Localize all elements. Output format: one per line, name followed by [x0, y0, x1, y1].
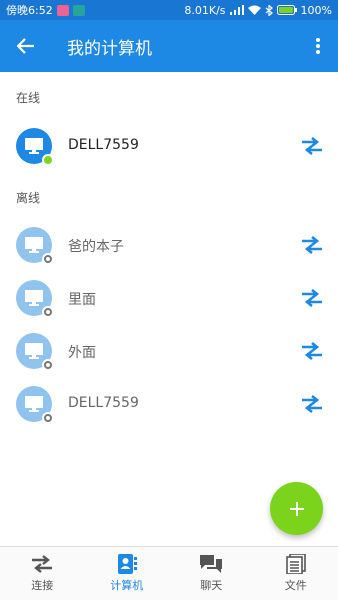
page-title: 我的计算机: [67, 38, 152, 59]
app-bar: 我的计算机: [0, 20, 338, 72]
swap-arrows-icon: [302, 342, 322, 360]
nav-tab-connect[interactable]: 连接: [0, 547, 85, 600]
connect-button[interactable]: [298, 134, 326, 158]
add-computer-button[interactable]: [270, 482, 323, 535]
swap-arrows-icon: [302, 137, 322, 155]
files-icon: [285, 554, 306, 574]
monitor-icon: [25, 237, 43, 253]
computer-row-offline-3[interactable]: DELL7559: [0, 377, 338, 431]
online-status-dot: [42, 154, 54, 166]
nav-label-files: 文件: [284, 579, 307, 592]
offline-status-dot: [42, 359, 54, 371]
bottom-navigation: 连接 计算机 聊天 文件: [0, 546, 338, 600]
computer-name: DELL7559: [68, 395, 139, 411]
monitor-icon: [25, 138, 43, 154]
monitor-icon: [25, 343, 43, 359]
swap-arrows-icon: [302, 395, 322, 413]
arrow-back-icon: [17, 38, 34, 54]
notification-app-icon-2: [72, 4, 85, 16]
computer-avatar: [16, 280, 54, 318]
nav-tab-chat[interactable]: 聊天: [169, 547, 254, 600]
notification-app-icon: [56, 4, 69, 16]
wifi-icon: [247, 5, 261, 15]
offline-status-dot: [42, 412, 54, 424]
computer-name: 里面: [68, 292, 96, 308]
more-vert-icon: [316, 38, 320, 54]
computer-name: DELL7559: [68, 137, 139, 153]
computer-avatar: [16, 227, 54, 265]
network-speed: 8.01K/s: [184, 3, 226, 17]
computer-row-online-0[interactable]: DELL7559: [0, 118, 338, 174]
battery-percent: 100%: [300, 3, 332, 17]
offline-section-header: 离线: [16, 191, 41, 205]
computer-avatar: [16, 333, 54, 371]
computer-row-offline-0[interactable]: 爸的本子: [0, 218, 338, 272]
monitor-icon: [25, 290, 43, 306]
computer-row-offline-1[interactable]: 里面: [0, 271, 338, 325]
computer-avatar: [16, 128, 54, 166]
overflow-menu-button[interactable]: [298, 20, 338, 72]
plus-icon: [289, 501, 304, 516]
computer-name: 外面: [68, 345, 96, 361]
nav-tab-computers[interactable]: 计算机: [85, 547, 170, 600]
nav-label-computers: 计算机: [110, 579, 144, 592]
swap-arrows-icon: [302, 289, 322, 307]
monitor-icon: [25, 396, 43, 412]
offline-status-dot: [42, 306, 54, 318]
nav-tab-files[interactable]: 文件: [254, 547, 338, 600]
nav-label-chat: 聊天: [200, 579, 223, 592]
contacts-book-icon: [117, 554, 137, 574]
status-bar: 傍晚6:52 8.01K/s 100%: [0, 0, 338, 20]
offline-status-dot: [42, 253, 54, 265]
computer-avatar: [16, 386, 54, 424]
back-button[interactable]: [0, 20, 52, 72]
chat-bubbles-icon: [200, 555, 223, 573]
connect-button[interactable]: [298, 233, 326, 257]
nav-label-connect: 连接: [31, 579, 54, 592]
online-section-header: 在线: [16, 91, 41, 105]
status-time: 傍晚6:52: [6, 4, 53, 17]
computer-name: 爸的本子: [68, 239, 124, 255]
swap-arrows-icon: [32, 555, 53, 573]
connect-button[interactable]: [298, 286, 326, 310]
battery-icon: [276, 5, 297, 15]
connect-button[interactable]: [298, 339, 326, 363]
bluetooth-icon: [265, 4, 273, 16]
connect-button[interactable]: [298, 392, 326, 416]
signal-icon: [229, 5, 244, 15]
swap-arrows-icon: [302, 236, 322, 254]
computer-row-offline-2[interactable]: 外面: [0, 324, 338, 378]
